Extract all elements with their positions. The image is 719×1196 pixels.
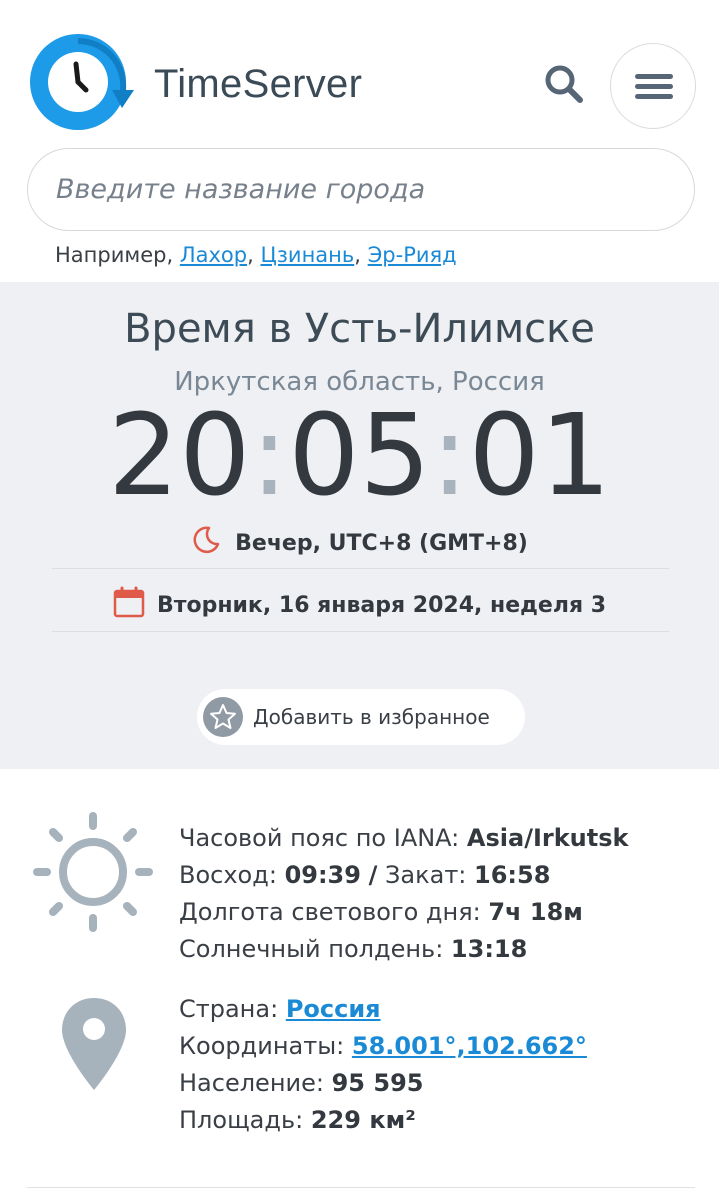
search-examples: Например, Лахор, Цзинань, Эр-Рияд xyxy=(55,243,457,267)
time-of-day-row: Вечер, UTC+8 (GMT+8) xyxy=(0,524,719,556)
country-label: Страна: xyxy=(179,995,279,1023)
clock-seconds: 01 xyxy=(468,391,611,521)
sunrise-value: 09:39 xyxy=(284,861,361,889)
sunset-value: 16:58 xyxy=(474,861,551,889)
date-text: Вторник, 16 января 2024, неделя 3 xyxy=(156,593,607,618)
hamburger-menu-icon xyxy=(635,74,673,79)
clock-minutes: 05 xyxy=(288,391,431,521)
divider xyxy=(52,631,669,632)
divider xyxy=(52,568,669,569)
area-row: Площадь: 229 км² xyxy=(179,1102,587,1139)
sunrise-sunset-row: Восход: 09:39 / Закат: 16:58 xyxy=(179,857,628,894)
city-search-input[interactable] xyxy=(27,148,695,231)
clock-hours: 20 xyxy=(107,391,251,521)
timezone-row: Часовой пояс по IANA: Asia/Irkutsk xyxy=(179,820,628,857)
star-icon xyxy=(203,697,243,737)
coordinates-row: Координаты: 58.001°,102.662° xyxy=(179,1028,587,1065)
place-info-block: Страна: Россия Координаты: 58.001°,102.6… xyxy=(179,991,587,1139)
examples-prefix: Например, xyxy=(55,243,174,267)
location-pin-icon xyxy=(60,996,128,1092)
calendar-icon xyxy=(113,586,145,618)
page-title: Время в Усть-Илимске xyxy=(124,306,595,352)
country-row: Страна: Россия xyxy=(179,991,587,1028)
coordinates-label: Координаты: xyxy=(179,1032,345,1060)
day-length-row: Долгота светового дня: 7ч 18м xyxy=(179,894,628,931)
area-label: Площадь: xyxy=(179,1106,304,1134)
add-to-favorites-label: Добавить в избранное xyxy=(253,705,490,729)
sun-info-block: Часовой пояс по IANA: Asia/Irkutsk Восхо… xyxy=(179,820,628,968)
moon-icon xyxy=(191,524,221,554)
search-icon xyxy=(545,65,583,103)
country-link[interactable]: Россия xyxy=(286,995,381,1023)
population-value: 95 595 xyxy=(331,1069,424,1097)
timezone-label: Часовой пояс по IANA: xyxy=(179,824,460,852)
day-length-value: 7ч 18м xyxy=(488,898,583,926)
solar-noon-label: Солнечный полдень: xyxy=(179,935,444,963)
area-value: 229 км² xyxy=(310,1106,416,1134)
population-label: Население: xyxy=(179,1069,324,1097)
sunrise-label: Восход: xyxy=(179,861,277,889)
solar-noon-value: 13:18 xyxy=(450,935,528,963)
current-time-clock: 20:05:01 xyxy=(0,394,719,518)
coordinates-link[interactable]: 58.001°,102.662° xyxy=(352,1032,587,1060)
clock-logo-icon[interactable] xyxy=(26,30,136,138)
day-length-label: Долгота светового дня: xyxy=(179,898,481,926)
divider xyxy=(27,1187,695,1188)
add-to-favorites-button[interactable]: Добавить в избранное xyxy=(197,689,525,745)
population-row: Население: 95 595 xyxy=(179,1065,587,1102)
example-city-link[interactable]: Цзинань xyxy=(260,243,354,267)
separator: / xyxy=(368,861,378,889)
timezone-value: Asia/Irkutsk xyxy=(466,824,629,852)
sun-icon xyxy=(33,812,155,932)
example-city-link[interactable]: Эр-Рияд xyxy=(368,243,457,267)
example-city-link[interactable]: Лахор xyxy=(180,243,247,267)
time-of-day-text: Вечер, UTC+8 (GMT+8) xyxy=(235,531,528,556)
date-row: Вторник, 16 января 2024, неделя 3 xyxy=(0,586,719,618)
header: TimeServer xyxy=(0,0,719,140)
search-button[interactable] xyxy=(538,58,590,110)
menu-button[interactable] xyxy=(610,43,696,129)
brand-name[interactable]: TimeServer xyxy=(154,62,362,107)
clock-separator: : xyxy=(250,391,289,521)
sunset-label: Закат: xyxy=(385,861,467,889)
solar-noon-row: Солнечный полдень: 13:18 xyxy=(179,931,628,968)
clock-separator: : xyxy=(430,391,469,521)
